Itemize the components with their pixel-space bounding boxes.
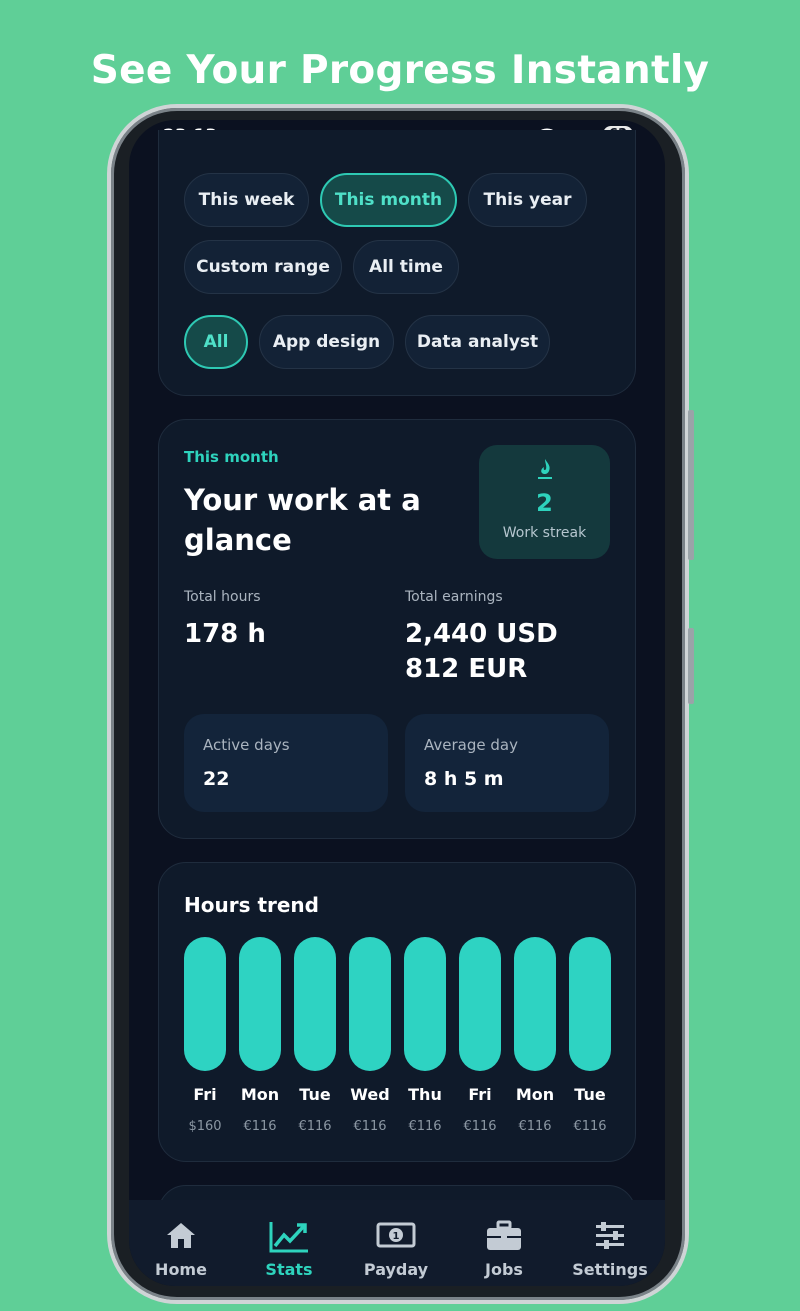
work-streak-label: Work streak (502, 525, 587, 541)
nav-home[interactable]: Home (131, 1200, 231, 1286)
trend-bar (239, 937, 281, 1071)
trend-bar (349, 937, 391, 1071)
nav-settings-label: Settings (572, 1260, 648, 1279)
trend-day-label: Wed (350, 1085, 390, 1104)
chip-category-data-analyst[interactable]: Data analyst (405, 315, 550, 369)
banknote-icon: 1 (346, 1220, 446, 1254)
nav-payday[interactable]: 1 Payday (346, 1200, 446, 1286)
nav-jobs-label: Jobs (485, 1260, 523, 1279)
total-hours-value: 178 h (184, 619, 266, 649)
hours-trend-card: Hours trend Fri $160 Mon €116 Tue €116 Wed €116… (158, 862, 636, 1162)
svg-text:1: 1 (393, 1231, 400, 1242)
chip-category-app-design[interactable]: App design (259, 315, 394, 369)
total-earnings-label: Total earnings (405, 589, 503, 605)
trend-amount-label: $160 (188, 1119, 222, 1134)
summary-card: This month Your work at a glance 2 Work … (158, 419, 636, 839)
average-day-value: 8 h 5 m (424, 768, 504, 790)
total-hours-label: Total hours (184, 589, 261, 605)
trend-bar (514, 937, 556, 1071)
trend-amount-label: €116 (573, 1119, 607, 1134)
nav-payday-label: Payday (363, 1260, 429, 1279)
nav-home-label: Home (155, 1260, 207, 1279)
chip-custom-range[interactable]: Custom range (184, 240, 342, 294)
active-days-value: 22 (203, 768, 230, 790)
chip-this-year[interactable]: This year (468, 173, 587, 227)
nav-stats[interactable]: Stats (239, 1200, 339, 1286)
trend-day-label: Mon (240, 1085, 280, 1104)
trend-amount-label: €116 (353, 1119, 387, 1134)
trend-amount-label: €116 (463, 1119, 497, 1134)
work-streak-badge: 2 Work streak (479, 445, 610, 559)
headline: See Your Progress Instantly (90, 48, 710, 93)
chip-all-time[interactable]: All time (353, 240, 459, 294)
trend-day-label: Tue (299, 1085, 331, 1104)
trend-day-label: Fri (468, 1085, 492, 1104)
flame-icon (479, 457, 610, 486)
nav-stats-label: Stats (265, 1260, 313, 1279)
power-button (688, 628, 694, 704)
trend-day-label: Fri (193, 1085, 217, 1104)
bottom-nav: Home Stats 1 Payday Jobs Settings (129, 1200, 665, 1286)
hours-trend-chart: Fri $160 Mon €116 Tue €116 Wed €116 Thu €116 Fri €1… (159, 863, 637, 1163)
summary-eyebrow: This month (184, 448, 279, 466)
summary-title: Your work at a glance (184, 483, 421, 557)
trend-bar (459, 937, 501, 1071)
active-days-label: Active days (203, 736, 290, 754)
trend-bar (294, 937, 336, 1071)
nav-jobs[interactable]: Jobs (454, 1200, 554, 1286)
trend-amount-label: €116 (408, 1119, 442, 1134)
active-days-tile: Active days 22 (184, 714, 388, 812)
briefcase-icon (454, 1220, 554, 1254)
trend-amount-label: €116 (298, 1119, 332, 1134)
total-earnings-usd: 2,440 USD (405, 619, 558, 649)
trend-bar (184, 937, 226, 1071)
work-streak-value: 2 (536, 489, 553, 517)
nav-settings[interactable]: Settings (560, 1200, 660, 1286)
trend-day-label: Tue (574, 1085, 606, 1104)
total-earnings-eur: 812 EUR (405, 654, 528, 684)
trend-day-label: Mon (515, 1085, 555, 1104)
filters-card: This week This month This year Custom ra… (158, 130, 636, 396)
chip-this-week[interactable]: This week (184, 173, 309, 227)
chip-category-all[interactable]: All (184, 315, 248, 369)
app-screen: 23:13 63 This week This month This year … (129, 120, 665, 1286)
trending-up-icon (239, 1220, 339, 1254)
trend-amount-label: €116 (518, 1119, 552, 1134)
home-icon (131, 1220, 231, 1254)
average-day-tile: Average day 8 h 5 m (405, 714, 609, 812)
sliders-icon (560, 1220, 660, 1254)
average-day-label: Average day (424, 736, 518, 754)
trend-bar (404, 937, 446, 1071)
trend-bar (569, 937, 611, 1071)
trend-day-label: Thu (408, 1085, 442, 1104)
trend-amount-label: €116 (243, 1119, 277, 1134)
chip-this-month[interactable]: This month (320, 173, 457, 227)
volume-button (688, 410, 694, 560)
